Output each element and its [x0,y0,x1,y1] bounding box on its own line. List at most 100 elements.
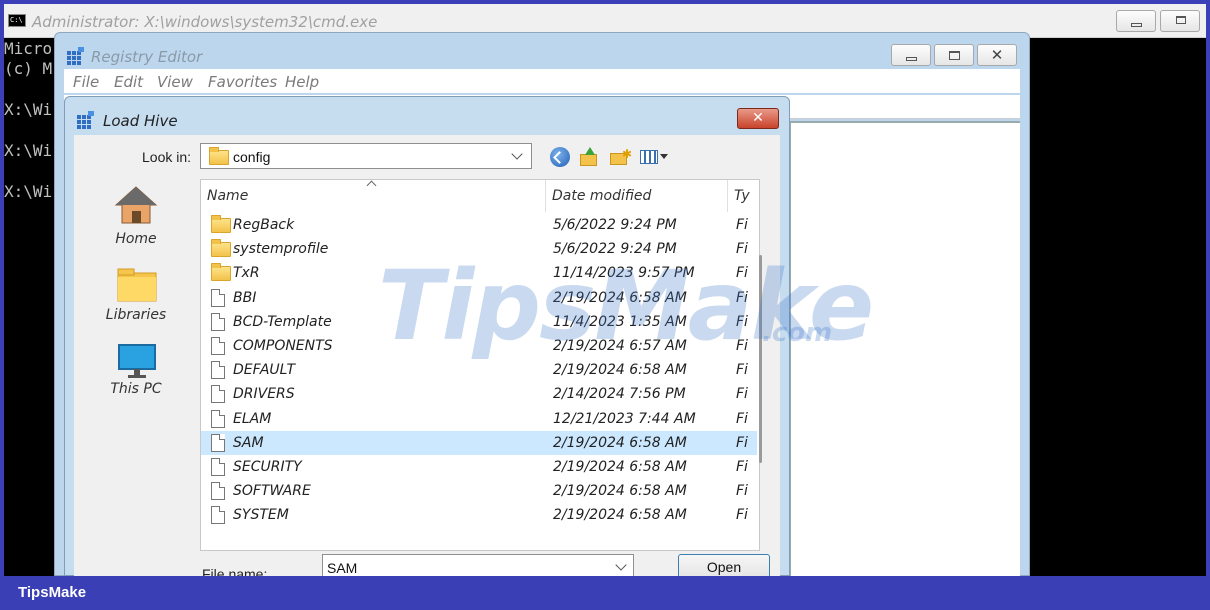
cmd-minimize-button[interactable] [1116,10,1156,32]
file-icon [211,337,225,355]
file-icon [211,506,225,525]
cmd-line: Micro [4,39,53,58]
file-name-cell: RegBack [233,217,295,233]
new-folder-icon[interactable]: ✱ [609,147,632,167]
file-name-cell: DRIVERS [233,386,295,403]
file-name-cell: SECURITY [233,459,302,475]
dialog-title: Load Hive [103,112,178,130]
type-cell: Fi [736,386,748,403]
type-cell: Fi [736,459,748,475]
up-folder-icon[interactable] [578,147,600,167]
place-label: This PC [110,381,162,397]
load-hive-icon [77,111,95,129]
cmd-line: X:\Wi [4,100,53,119]
minimize-icon [906,57,917,61]
table-row[interactable]: DRIVERS 2/14/2024 7:56 PM Fi [201,382,757,406]
table-row[interactable]: SAM 2/19/2024 6:58 AM Fi [201,430,757,455]
file-name-value: SAM [327,560,358,576]
file-name-cell: SAM [233,434,264,451]
folder-icon [211,239,231,258]
table-row[interactable]: SECURITY 2/19/2024 6:58 AM Fi [201,455,757,479]
regedit-minimize-button[interactable] [891,44,931,66]
file-icon [211,409,225,428]
folder-icon [211,263,231,282]
date-modified-cell: 2/19/2024 6:58 AM [553,507,687,524]
column-header-type[interactable]: Ty [728,180,759,212]
cmd-line: X:\Wi [4,182,53,201]
regedit-close-button[interactable]: ✕ [977,44,1017,66]
date-modified-cell: 2/19/2024 6:58 AM [553,459,687,475]
date-modified-cell: 2/14/2024 7:56 PM [553,386,686,403]
cmd-line: (c) M [4,59,53,78]
place-label: Libraries [105,307,167,323]
type-cell: Fi [736,483,748,500]
file-icon [211,385,225,404]
date-modified-cell: 5/6/2022 9:24 PM [553,217,677,233]
table-row[interactable]: ELAM 12/21/2023 7:44 AM Fi [201,407,757,431]
type-cell: Fi [736,362,748,379]
type-cell: Fi [736,217,748,233]
menu-file[interactable]: File [73,73,99,91]
file-icon [211,288,225,307]
chevron-down-icon [511,148,523,160]
column-header-date[interactable]: Date modified [546,180,728,212]
minimize-icon [1131,23,1142,27]
this-pc-icon [118,344,156,378]
table-row[interactable]: SYSTEM 2/19/2024 6:58 AM Fi [201,503,757,527]
file-name-cell: BBI [233,289,257,306]
watermark-suffix: .com [762,318,833,348]
look-in-label: Look in: [142,149,192,165]
type-cell: Fi [736,434,748,451]
file-icon [211,458,225,476]
look-in-value: config [233,149,271,165]
view-menu-icon[interactable] [640,147,668,167]
file-name-cell: DEFAULT [233,362,296,379]
file-name-cell: TxR [233,265,260,282]
date-modified-cell: 12/21/2023 7:44 AM [553,410,696,427]
dialog-close-button[interactable]: ✕ [737,108,779,129]
folder-icon [209,147,229,165]
file-name-cell: SOFTWARE [233,483,311,500]
cmd-maximize-button[interactable] [1160,10,1200,32]
file-name-cell: BCD-Template [233,313,332,330]
file-name-cell: COMPONENTS [233,338,333,354]
registry-menubar: File Edit View Favorites Help [64,69,1020,93]
registry-editor-title: Registry Editor [91,48,203,66]
file-name-cell: SYSTEM [233,507,289,524]
table-row[interactable]: RegBack 5/6/2022 9:24 PM Fi [201,213,757,237]
file-list[interactable]: Name Date modified Ty RegBack 5/6/2022 9:… [200,179,760,551]
file-name-cell: systemprofile [233,241,329,258]
brand-label: TipsMake [18,584,87,601]
type-cell: Fi [736,410,748,427]
restore-icon [949,51,960,60]
date-modified-cell: 2/19/2024 6:58 AM [553,483,687,500]
folder-icon [211,215,231,233]
libraries-icon [117,268,157,302]
home-icon [114,186,158,224]
place-label: Home [115,231,157,247]
brand-strip: TipsMake [0,576,1210,610]
file-icon [211,433,225,452]
regedit-maximize-button[interactable] [934,44,974,66]
table-row[interactable]: SOFTWARE 2/19/2024 6:58 AM Fi [201,479,757,503]
date-modified-cell: 2/19/2024 6:58 AM [553,434,687,451]
menu-edit[interactable]: Edit [114,73,143,91]
menu-view[interactable]: View [157,73,193,91]
chevron-down-icon [615,559,627,571]
look-in-dropdown[interactable]: config [200,143,532,169]
file-icon [211,482,225,501]
file-icon [211,312,225,331]
cmd-line: X:\Wi [4,141,53,160]
close-icon: ✕ [990,47,1004,64]
menu-favorites[interactable]: Favorites [208,73,277,91]
back-icon[interactable] [550,147,570,167]
type-cell: Fi [736,507,748,524]
file-icon [211,361,225,380]
cmd-title: Administrator: X:\windows\system32\cmd.e… [32,13,378,31]
file-name-cell: ELAM [233,410,272,427]
cmd-app-icon: C:\ [8,14,26,27]
date-modified-cell: 2/19/2024 6:58 AM [553,362,687,379]
menu-help[interactable]: Help [285,73,319,91]
registry-editor-icon [67,47,85,65]
restore-icon [1176,16,1186,24]
